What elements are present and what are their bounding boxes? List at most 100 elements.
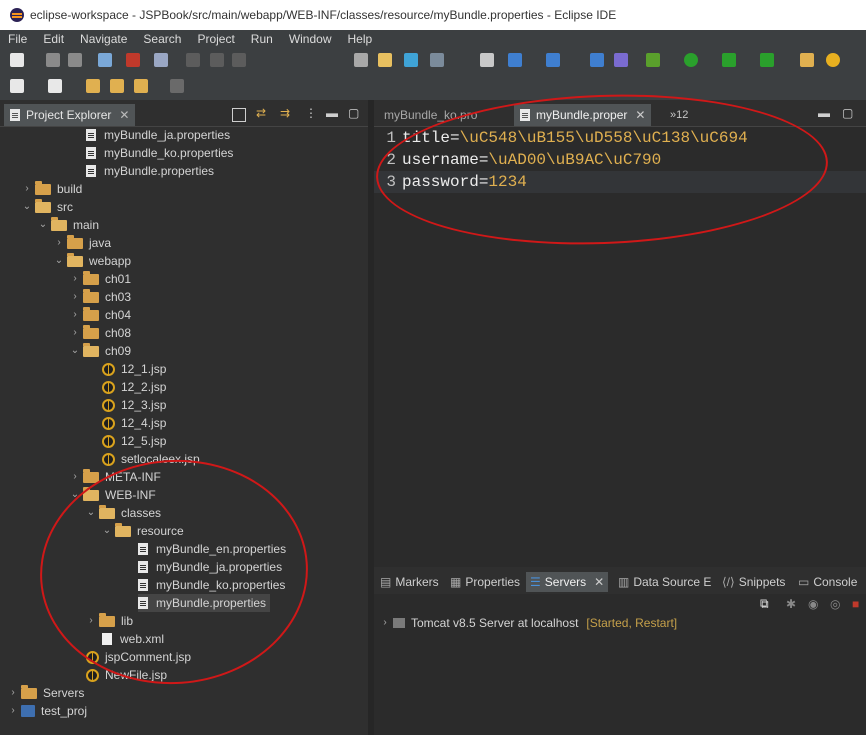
tab-mybundle[interactable]: myBundle.proper ✕ [514, 104, 652, 126]
tree-item[interactable]: › lib [86, 612, 133, 630]
deploy-icon[interactable] [614, 53, 628, 67]
debug-icon[interactable] [646, 53, 660, 67]
tab-mybundle-ko[interactable]: myBundle_ko.pro [378, 104, 483, 126]
menu-edit[interactable]: Edit [35, 32, 72, 46]
tree-item[interactable]: › java [54, 234, 111, 252]
tree-item[interactable]: myBundle_ko.properties [138, 576, 285, 594]
chevron-right-icon[interactable]: › [380, 614, 390, 632]
chevron-right-icon[interactable]: › [54, 234, 64, 252]
tree-item[interactable]: myBundle_en.properties [138, 540, 286, 558]
code-line-current[interactable]: 3 password=1234 [374, 171, 866, 193]
tree-item[interactable]: NewFile.jsp [86, 666, 167, 684]
tab-project-explorer[interactable]: Project Explorer ✕ [4, 104, 136, 126]
tab-snippets[interactable]: ⟨/⟩ Snippets [718, 572, 789, 592]
maximize-icon[interactable]: ▢ [348, 106, 359, 120]
gift-icon[interactable] [126, 53, 140, 67]
open-folder-icon[interactable] [800, 53, 814, 67]
tree-item[interactable]: › ch01 [70, 270, 131, 288]
back-icon[interactable] [134, 79, 148, 93]
debug-server-icon[interactable]: ✱ [786, 597, 796, 611]
run-icon[interactable] [684, 53, 698, 67]
chevron-down-icon[interactable]: ⌄ [102, 522, 112, 540]
chevron-down-icon[interactable]: ⌄ [54, 252, 64, 270]
view-menu-icon[interactable]: ⋮ [305, 106, 317, 120]
menu-window[interactable]: Window [281, 32, 340, 46]
tab-console[interactable]: ▭ Console [794, 572, 861, 592]
terminal-icon[interactable] [98, 53, 112, 67]
chevron-right-icon[interactable]: › [70, 324, 80, 342]
tree-item[interactable]: ⌄ ch09 [70, 342, 131, 360]
close-icon[interactable]: ✕ [594, 575, 604, 589]
coverage-icon[interactable] [722, 53, 736, 67]
search-icon[interactable] [826, 53, 840, 67]
chevron-right-icon[interactable]: › [70, 270, 80, 288]
chevron-down-icon[interactable]: ⌄ [38, 216, 48, 234]
tree-item[interactable]: 12_2.jsp [102, 378, 166, 396]
tree-item[interactable]: 12_5.jsp [102, 432, 166, 450]
chevron-right-icon[interactable]: › [70, 468, 80, 486]
tree-item[interactable]: › META-INF [70, 468, 161, 486]
skip-breakpoints-icon[interactable] [154, 53, 168, 67]
tab-properties[interactable]: ▦ Properties [446, 572, 524, 592]
tree-item[interactable]: ⌄ main [38, 216, 99, 234]
tree-item[interactable]: myBundle_ja.properties [138, 558, 282, 576]
collapse-all-icon[interactable] [232, 108, 246, 122]
terminate-icon[interactable] [232, 53, 246, 67]
close-icon[interactable]: ✕ [635, 108, 645, 122]
chevron-down-icon[interactable]: ⌄ [70, 342, 80, 360]
mark-icon[interactable] [378, 53, 392, 67]
chevron-right-icon[interactable]: › [70, 306, 80, 324]
menu-search[interactable]: Search [135, 32, 189, 46]
start-server-icon[interactable]: ◉ [808, 597, 818, 611]
close-icon[interactable]: ✕ [119, 108, 129, 122]
maximize-icon[interactable]: ▢ [842, 106, 853, 120]
menu-help[interactable]: Help [340, 32, 381, 46]
tree-item[interactable]: ⌄ WEB-INF [70, 486, 156, 504]
tree-item[interactable]: › ch08 [70, 324, 131, 342]
code-line[interactable]: 1 title=\uC548\uB155\uD558\uC138\uC694 [374, 127, 866, 149]
format-icon[interactable] [430, 53, 444, 67]
server-entry[interactable]: › Tomcat v8.5 Server at localhost [Start… [380, 614, 677, 632]
save-icon[interactable] [46, 53, 60, 67]
tree-item[interactable]: › ch03 [70, 288, 131, 306]
stop-server-icon[interactable]: ◎ [830, 597, 840, 611]
pilcrow-icon[interactable] [480, 53, 494, 67]
chevron-right-icon[interactable]: › [22, 180, 32, 198]
tab-data-source[interactable]: ▥ Data Source E [614, 572, 715, 592]
tree-item[interactable]: ⌄ webapp [54, 252, 131, 270]
code-line[interactable]: 2 username=\uAD00\uB9AC\uC790 [374, 149, 866, 171]
next-annotation-icon[interactable] [110, 79, 124, 93]
resume-icon[interactable] [186, 53, 200, 67]
filter-icon[interactable]: ⇉ [280, 106, 290, 120]
chevron-right-icon[interactable]: › [8, 702, 18, 720]
chevron-down-icon[interactable]: ⌄ [86, 504, 96, 522]
minimize-icon[interactable]: ▬ [326, 106, 338, 120]
forward-icon[interactable] [170, 79, 184, 93]
chevron-right-icon[interactable]: › [8, 684, 18, 702]
terminate-server-icon[interactable]: ■ [852, 597, 859, 611]
tree-item[interactable]: web.xml [102, 630, 164, 648]
tree-item[interactable]: myBundle_ko.properties [86, 144, 233, 162]
new-servlet-icon[interactable] [546, 53, 560, 67]
menu-run[interactable]: Run [243, 32, 281, 46]
tree-item[interactable]: 12_1.jsp [102, 360, 166, 378]
link-icon[interactable] [404, 53, 418, 67]
tree-item-selected[interactable]: myBundle.properties [138, 594, 271, 612]
tree-item[interactable]: myBundle_ja.properties [86, 126, 230, 144]
minimize-icon[interactable]: ▬ [818, 106, 830, 120]
prev-annotation-icon[interactable] [86, 79, 100, 93]
new-icon[interactable] [10, 53, 24, 67]
tree-item[interactable]: setlocaleex.jsp [102, 450, 200, 468]
chevron-right-icon[interactable]: › [86, 612, 96, 630]
tree-item[interactable]: › ch04 [70, 306, 131, 324]
tree-item[interactable]: 12_3.jsp [102, 396, 166, 414]
menu-project[interactable]: Project [189, 32, 242, 46]
new-server-icon[interactable] [508, 53, 522, 67]
tree-item[interactable]: › build [22, 180, 82, 198]
suspend-icon[interactable] [210, 53, 224, 67]
save-all-icon[interactable] [68, 53, 82, 67]
tree-item[interactable]: ⌄ src [22, 198, 73, 216]
web-browser-icon[interactable] [590, 53, 604, 67]
tab-servers[interactable]: ☰ Servers ✕ [526, 572, 609, 592]
menu-navigate[interactable]: Navigate [72, 32, 135, 46]
